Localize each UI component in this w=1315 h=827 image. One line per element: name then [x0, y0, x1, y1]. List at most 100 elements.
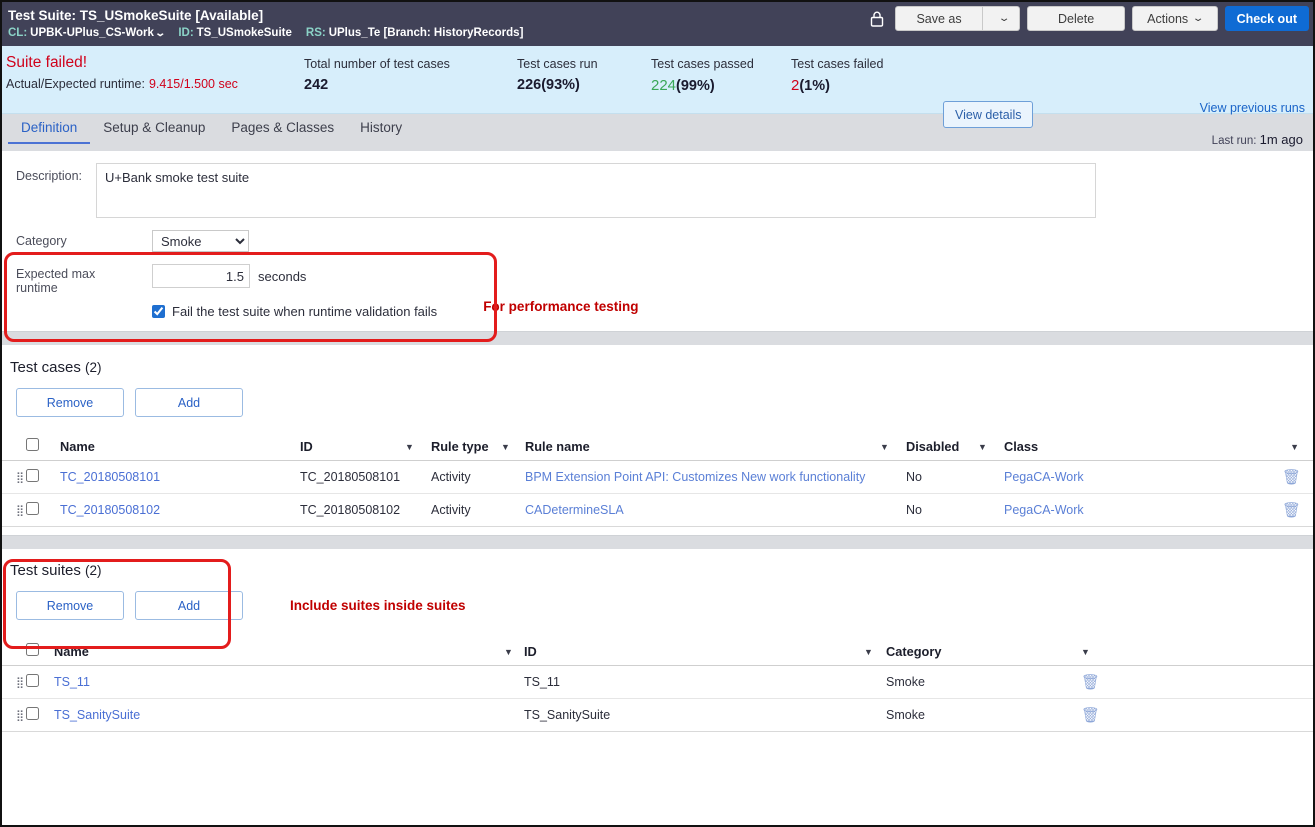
- test-case-class-link[interactable]: PegaCA-Work: [1004, 503, 1084, 517]
- tab-setup-cleanup[interactable]: Setup & Cleanup: [90, 114, 218, 142]
- col-name: Name: [54, 643, 89, 659]
- view-details-button[interactable]: View details: [943, 101, 1034, 128]
- title-status: [Available]: [195, 8, 264, 23]
- row-select-checkbox[interactable]: [26, 707, 39, 720]
- test-cases-section: Test cases (2) Remove Add Name ID ▼ Rule…: [2, 345, 1313, 527]
- class-value[interactable]: UPBK-UPlus_CS-Work⌄: [30, 27, 166, 39]
- col-id: ID: [524, 643, 537, 659]
- title-name: TS_USmokeSuite: [79, 8, 192, 23]
- section-divider: [2, 331, 1313, 345]
- expected-max-runtime-label: Expected max runtime: [16, 267, 96, 295]
- test-case-class-link[interactable]: PegaCA-Work: [1004, 470, 1084, 484]
- stat-total-test-cases: Total number of test cases 242: [304, 57, 450, 93]
- ruleset-value: UPlus_Te [Branch: HistoryRecords]: [328, 27, 524, 39]
- chevron-down-icon: ⌄: [154, 28, 166, 39]
- fail-on-runtime-checkbox[interactable]: [152, 305, 165, 318]
- last-run-info: Last run: 1m ago: [1212, 132, 1303, 147]
- table-header-row: Name ID ▼ Rule type ▼ Rule name ▼ Disabl…: [2, 434, 1313, 461]
- test-suites-remove-button[interactable]: Remove: [16, 591, 124, 620]
- delete-button[interactable]: Delete: [1027, 6, 1126, 31]
- title-prefix: Test Suite:: [8, 8, 77, 23]
- view-previous-runs-link[interactable]: View previous runs: [1200, 100, 1305, 115]
- test-case-disabled: No: [906, 470, 922, 484]
- test-cases-remove-button[interactable]: Remove: [16, 388, 124, 417]
- definition-form: Description: Category Smoke Expected max…: [2, 151, 1313, 342]
- test-suite-id: TS_11: [524, 675, 560, 689]
- annotation-performance-testing: For performance testing: [483, 299, 639, 314]
- test-suites-toolbar: Remove Add: [2, 591, 243, 620]
- drag-handle-icon[interactable]: ⣿: [16, 678, 26, 689]
- test-cases-add-button[interactable]: Add: [135, 388, 243, 417]
- col-disabled: Disabled: [906, 438, 960, 454]
- fail-on-runtime-label: Fail the test suite when runtime validat…: [172, 304, 438, 319]
- filter-icon-suite-category[interactable]: ▼: [1081, 647, 1090, 657]
- tab-history[interactable]: History: [347, 114, 415, 142]
- class-label: CL:: [8, 27, 28, 39]
- annotation-include-suites: Include suites inside suites: [290, 598, 466, 613]
- actions-button[interactable]: Actions ⌄: [1132, 6, 1218, 31]
- app-window: Test Suite: TS_USmokeSuite [Available] C…: [2, 2, 1313, 825]
- stat-value: 226(93%): [517, 77, 580, 93]
- save-as-dropdown-button[interactable]: ⌄: [982, 6, 1021, 31]
- id-label: ID:: [178, 27, 194, 39]
- test-case-id: TC_20180508102: [300, 503, 401, 517]
- test-suite-name-link[interactable]: TS_SanitySuite: [54, 708, 140, 722]
- table-row: ⣿ TS_SanitySuite TS_SanitySuite Smoke 🗑: [2, 698, 1313, 732]
- runtime-value: 9.415/1.500 sec: [148, 77, 238, 91]
- delete-row-icon[interactable]: 🗑: [1081, 707, 1100, 724]
- check-out-button[interactable]: Check out: [1224, 6, 1309, 31]
- save-as-split-button: Save as ⌄: [895, 6, 1021, 31]
- header-actions: Save as ⌄ Delete Actions ⌄ Check out: [869, 6, 1309, 31]
- stat-label: Test cases failed: [791, 57, 884, 71]
- filter-icon-suite-id[interactable]: ▼: [864, 647, 873, 657]
- lock-icon: [869, 10, 885, 28]
- test-cases-toolbar: Remove Add: [2, 388, 1313, 417]
- test-case-rule-name-link[interactable]: CADetermineSLA: [525, 503, 624, 517]
- description-label: Description:: [16, 169, 82, 183]
- select-all-test-suites-checkbox[interactable]: [26, 643, 39, 656]
- row-select-checkbox[interactable]: [26, 469, 39, 482]
- category-select[interactable]: Smoke: [152, 230, 249, 252]
- delete-row-icon[interactable]: 🗑: [1282, 469, 1301, 486]
- id-value: TS_USmokeSuite: [196, 27, 292, 39]
- category-label: Category: [16, 234, 67, 248]
- description-input[interactable]: [96, 163, 1096, 218]
- test-case-rule-name-link[interactable]: BPM Extension Point API: Customizes New …: [525, 470, 865, 484]
- filter-icon-rule-name[interactable]: ▼: [880, 442, 889, 452]
- filter-icon-id[interactable]: ▼: [405, 442, 414, 452]
- test-case-name-link[interactable]: TC_20180508102: [60, 503, 160, 517]
- run-summary-banner: Suite failed! Actual/Expected runtime: 9.…: [2, 46, 1313, 147]
- test-suite-name-link[interactable]: TS_11: [54, 675, 90, 689]
- select-all-test-cases-checkbox[interactable]: [26, 438, 39, 451]
- test-suite-category: Smoke: [886, 708, 925, 722]
- save-as-button[interactable]: Save as: [895, 6, 983, 31]
- row-select-checkbox[interactable]: [26, 674, 39, 687]
- filter-icon-rule-type[interactable]: ▼: [501, 442, 510, 452]
- test-case-rule-type: Activity: [431, 470, 471, 484]
- test-suites-add-button[interactable]: Add: [135, 591, 243, 620]
- test-cases-heading: Test cases (2): [10, 359, 102, 376]
- test-case-id: TC_20180508101: [300, 470, 401, 484]
- drag-handle-icon[interactable]: ⣿: [16, 473, 26, 484]
- filter-icon-disabled[interactable]: ▼: [978, 442, 987, 452]
- stat-label: Total number of test cases: [304, 57, 450, 71]
- expected-max-runtime-input[interactable]: [152, 264, 250, 288]
- test-case-name-link[interactable]: TC_20180508101: [60, 470, 160, 484]
- filter-icon-class[interactable]: ▼: [1290, 442, 1299, 452]
- drag-handle-icon[interactable]: ⣿: [16, 506, 26, 517]
- table-row: ⣿ TC_20180508101 TC_20180508101 Activity…: [2, 460, 1313, 494]
- stat-test-cases-run: Test cases run 226(93%): [517, 57, 598, 93]
- test-suite-id: TS_SanitySuite: [524, 708, 611, 722]
- title-bar: Test Suite: TS_USmokeSuite [Available] C…: [2, 2, 1313, 46]
- stat-value: 224(99%): [651, 77, 715, 94]
- delete-row-icon[interactable]: 🗑: [1081, 674, 1100, 691]
- row-select-checkbox[interactable]: [26, 502, 39, 515]
- section-divider: [2, 535, 1313, 549]
- test-suites-heading: Test suites (2): [10, 562, 102, 579]
- filter-icon-suite-name[interactable]: ▼: [504, 647, 513, 657]
- stat-test-cases-failed: Test cases failed 2(1%): [791, 57, 883, 94]
- tab-definition[interactable]: Definition: [8, 114, 91, 144]
- drag-handle-icon[interactable]: ⣿: [16, 711, 26, 722]
- delete-row-icon[interactable]: 🗑: [1282, 502, 1301, 519]
- tab-pages-classes[interactable]: Pages & Classes: [218, 114, 347, 142]
